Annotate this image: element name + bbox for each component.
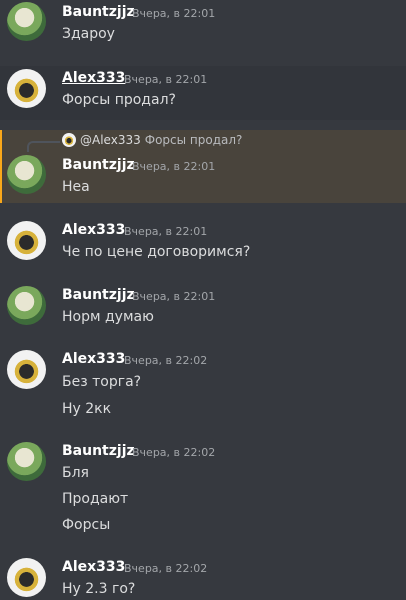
username[interactable]: Bauntzjjz	[62, 4, 135, 20]
timestamp: Вчера, в 22:02	[124, 354, 208, 367]
username[interactable]: Alex333	[62, 222, 125, 238]
message-text: Ну 2.3 го?	[62, 581, 136, 597]
message-text: Продают	[62, 491, 129, 507]
username[interactable]: Alex333	[62, 559, 125, 575]
message-text: Ну 2кк	[62, 401, 112, 417]
username[interactable]: Bauntzjjz	[62, 443, 135, 459]
avatar[interactable]	[7, 221, 46, 260]
username[interactable]: Alex333	[62, 351, 125, 367]
avatar[interactable]	[7, 286, 46, 325]
username[interactable]: Alex333	[62, 70, 125, 86]
message-text: Форсы	[62, 517, 111, 533]
timestamp: Вчера, в 22:01	[132, 7, 216, 20]
avatar[interactable]	[7, 442, 46, 481]
message-text: Че по цене договоримся?	[62, 244, 251, 260]
reply-spine	[27, 141, 60, 152]
message-text: Форсы продал?	[62, 92, 176, 108]
timestamp: Вчера, в 22:02	[124, 562, 208, 575]
timestamp: Вчера, в 22:02	[132, 446, 216, 459]
avatar[interactable]	[7, 558, 46, 597]
username[interactable]: Bauntzjjz	[62, 287, 135, 303]
reply-avatar	[62, 133, 76, 147]
message-text: Неа	[62, 179, 90, 195]
reply-text[interactable]: Форсы продал?	[145, 133, 243, 147]
avatar[interactable]	[7, 350, 46, 389]
message-text: Норм думаю	[62, 309, 154, 325]
avatar[interactable]	[7, 69, 46, 108]
avatar[interactable]	[7, 2, 46, 41]
reply-username[interactable]: @Alex333	[80, 133, 141, 147]
username[interactable]: Bauntzjjz	[62, 157, 135, 173]
timestamp: Вчера, в 22:01	[132, 160, 216, 173]
avatar[interactable]	[7, 155, 46, 194]
message-item: Bauntzjjz Вчера, в 22:01 Здароу	[0, 0, 406, 48]
message-text: Без торга?	[62, 374, 142, 390]
timestamp: Вчера, в 22:01	[124, 73, 208, 86]
message-text: Бля	[62, 465, 89, 481]
reply-preview[interactable]: @Alex333 Форсы продал?	[62, 133, 242, 147]
timestamp: Вчера, в 22:01	[124, 225, 208, 238]
message-text: Здароу	[62, 26, 115, 42]
timestamp: Вчера, в 22:01	[132, 290, 216, 303]
message-item: Alex333 Вчера, в 22:01 Форсы продал?	[0, 66, 406, 120]
